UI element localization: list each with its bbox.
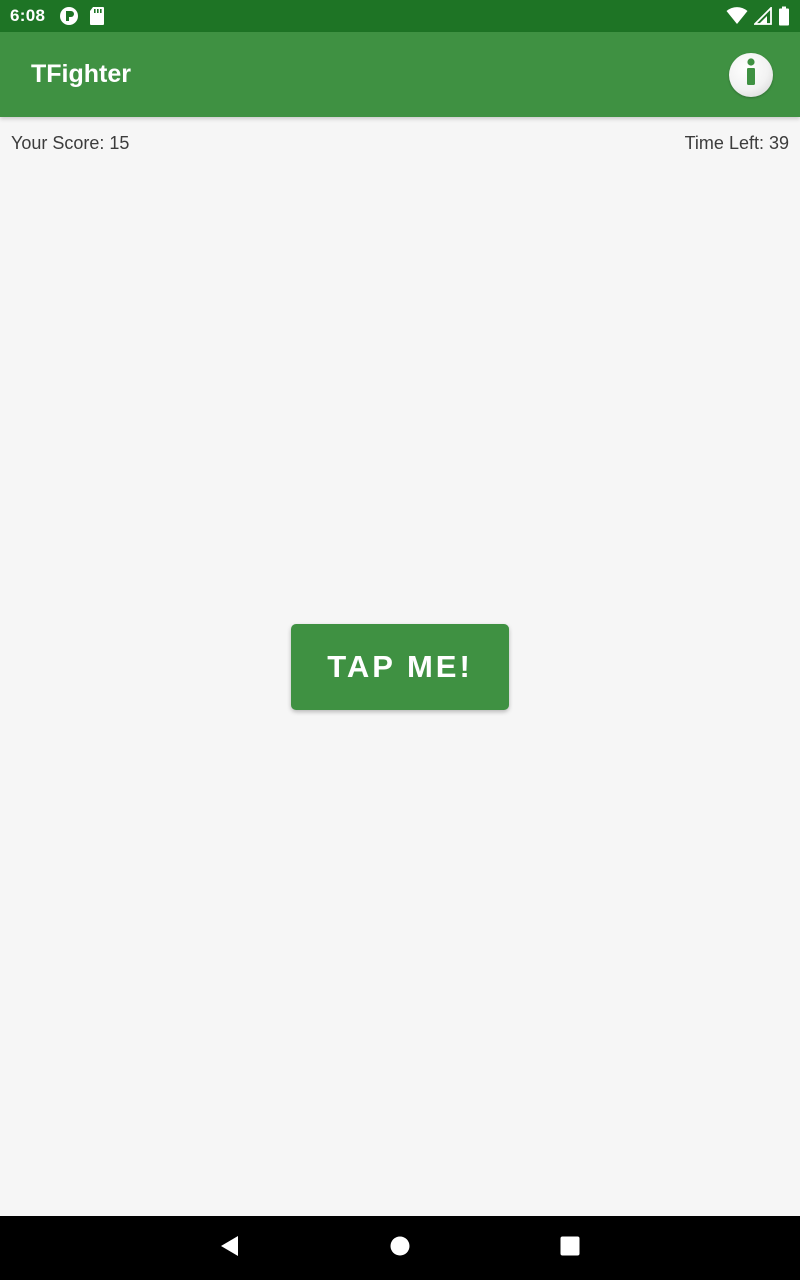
info-button[interactable] bbox=[729, 52, 773, 97]
back-icon bbox=[219, 1235, 241, 1262]
status-time: 6:08 bbox=[10, 6, 46, 25]
cell-signal-icon bbox=[754, 7, 772, 25]
time-left-label: Time Left: 39 bbox=[684, 132, 789, 153]
info-icon bbox=[739, 57, 763, 92]
vpn-key-icon bbox=[59, 6, 79, 26]
score-row: Your Score: 15 Time Left: 39 bbox=[0, 130, 800, 156]
navigation-bar bbox=[0, 1216, 800, 1280]
score-label: Your Score: 15 bbox=[11, 132, 130, 153]
recents-icon bbox=[559, 1235, 581, 1262]
status-right-icons bbox=[726, 6, 790, 26]
app-bar: TFighter bbox=[0, 32, 800, 117]
home-button[interactable] bbox=[360, 1216, 440, 1280]
battery-icon bbox=[778, 6, 790, 26]
status-bar: 6:08 bbox=[0, 0, 800, 32]
app-title: TFighter bbox=[31, 60, 131, 88]
status-left-icons bbox=[59, 6, 105, 26]
wifi-icon bbox=[726, 7, 748, 25]
home-icon bbox=[389, 1235, 411, 1262]
sd-card-icon bbox=[89, 6, 105, 26]
tap-me-button[interactable]: TAP ME! bbox=[291, 624, 509, 710]
recents-button[interactable] bbox=[530, 1216, 610, 1280]
back-button[interactable] bbox=[190, 1216, 270, 1280]
screen: 6:08 TFighter Your Score: 15 Time Left: … bbox=[0, 0, 800, 1280]
